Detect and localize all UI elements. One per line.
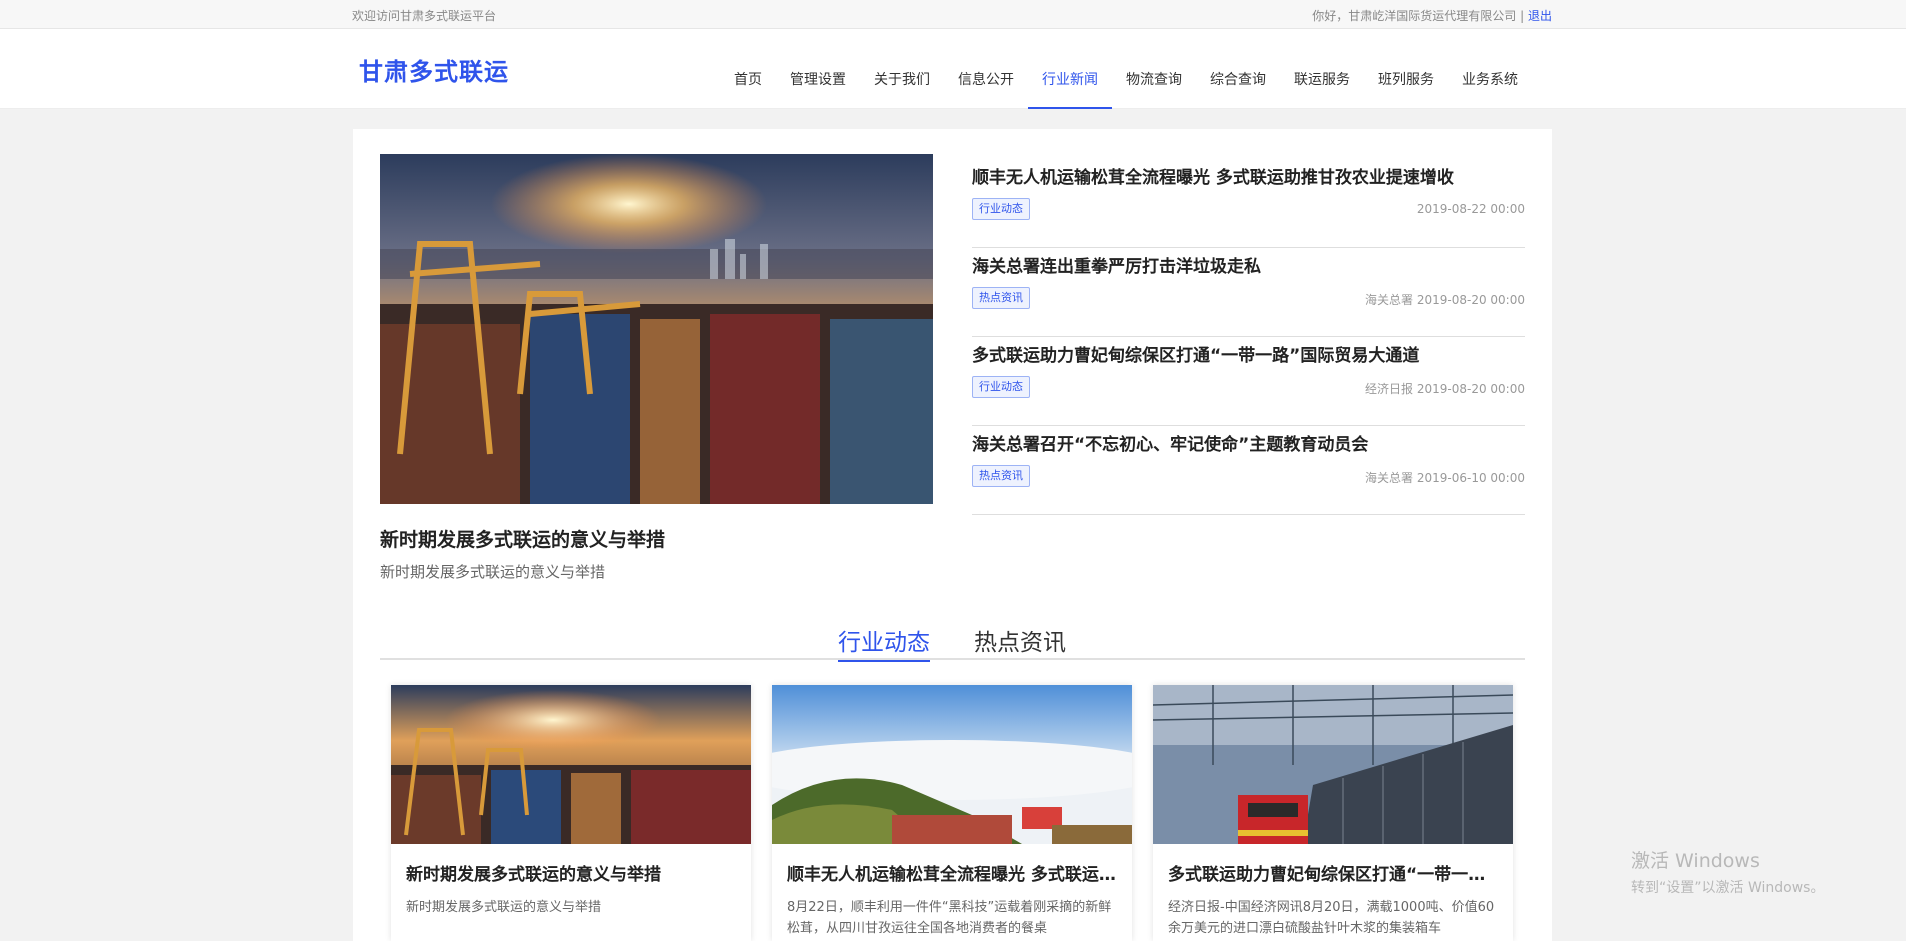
separator: | (1520, 9, 1525, 23)
main-content: 新时期发展多式联运的意义与举措 新时期发展多式联运的意义与举措 顺丰无人机运输松… (353, 129, 1552, 941)
nav-logistics-query[interactable]: 物流查询 (1112, 29, 1196, 109)
port-sunset-image (380, 154, 933, 504)
site-logo[interactable]: 甘肃多式联运 (359, 52, 509, 87)
nav-transport-service[interactable]: 联运服务 (1280, 29, 1364, 109)
welcome-text: 欢迎访问甘肃多式联运平台 (352, 9, 497, 23)
news-card[interactable]: 顺丰无人机运输松茸全流程曝光 多式联运助推甘孜农业提速增收 8月22日，顺丰利用… (772, 685, 1132, 941)
nav-general-query[interactable]: 综合查询 (1196, 29, 1280, 109)
news-list: 顺丰无人机运输松茸全流程曝光 多式联运助推甘孜农业提速增收 行业动态 2019-… (972, 159, 1525, 515)
user-area: 你好，甘肃屹洋国际货运代理有限公司 | 退出 (1312, 7, 1552, 24)
news-tabs: 行业动态 热点资讯 (380, 617, 1525, 662)
hero-subtitle: 新时期发展多式联运的意义与举措 (380, 563, 606, 581)
news-meta: 海关总署 2019-06-10 00:00 (1365, 471, 1525, 485)
news-item[interactable]: 海关总署召开“不忘初心、牢记使命”主题教育动员会 热点资讯 海关总署 2019-… (972, 426, 1525, 515)
nav-info-disclosure[interactable]: 信息公开 (944, 29, 1028, 109)
user-greeting: 你好，甘肃屹洋国际货运代理有限公司 (1312, 9, 1517, 23)
card-desc: 8月22日，顺丰利用一件件“黑科技”运载着刚采摘的新鲜松茸，从四川甘孜运往全国各… (787, 900, 1112, 936)
news-item[interactable]: 多式联运助力曹妃甸综保区打通“一带一路”国际贸易大通道 行业动态 经济日报 20… (972, 337, 1525, 426)
card-title[interactable]: 新时期发展多式联运的意义与举措 (406, 860, 736, 885)
news-item[interactable]: 顺丰无人机运输松茸全流程曝光 多式联运助推甘孜农业提速增收 行业动态 2019-… (972, 159, 1525, 248)
nav-home[interactable]: 首页 (720, 29, 776, 109)
news-title[interactable]: 海关总署连出重拳严厉打击洋垃圾走私 (972, 252, 1261, 277)
card-title[interactable]: 多式联运助力曹妃甸综保区打通“一带一路”国际贸易大通道 (1168, 860, 1498, 885)
mountain-clouds-image (772, 685, 1132, 844)
windows-activation-watermark: 激活 Windows 转到“设置”以激活 Windows。 (1631, 846, 1824, 897)
freight-train-image (1153, 685, 1513, 844)
nav-management[interactable]: 管理设置 (776, 29, 860, 109)
hero-image[interactable] (380, 154, 933, 504)
news-meta: 2019-08-22 00:00 (1416, 202, 1525, 216)
nav-about[interactable]: 关于我们 (860, 29, 944, 109)
nav-industry-news[interactable]: 行业新闻 (1028, 29, 1112, 109)
card-desc: 经济日报-中国经济网讯8月20日，满载1000吨、价值60余万美元的进口漂白硫酸… (1168, 900, 1495, 936)
card-title[interactable]: 顺丰无人机运输松茸全流程曝光 多式联运助推甘孜农业提速增收 (787, 860, 1117, 885)
news-title[interactable]: 海关总署召开“不忘初心、牢记使命”主题教育动员会 (972, 430, 1368, 455)
card-desc: 新时期发展多式联运的意义与举措 (406, 900, 602, 915)
logout-link[interactable]: 退出 (1528, 9, 1552, 23)
nav-train-service[interactable]: 班列服务 (1364, 29, 1448, 109)
top-bar: 欢迎访问甘肃多式联运平台 你好，甘肃屹洋国际货运代理有限公司 | 退出 (0, 0, 1906, 29)
news-item[interactable]: 海关总署连出重拳严厉打击洋垃圾走私 热点资讯 海关总署 2019-08-20 0… (972, 248, 1525, 337)
news-tag: 热点资讯 (972, 287, 1030, 309)
news-meta: 海关总署 2019-08-20 00:00 (1365, 293, 1525, 307)
watermark-title: 激活 Windows (1631, 850, 1760, 872)
nav-business-system[interactable]: 业务系统 (1448, 29, 1532, 109)
watermark-subtitle: 转到“设置”以激活 Windows。 (1631, 880, 1825, 896)
card-image (1153, 685, 1513, 844)
news-tag: 热点资讯 (972, 465, 1030, 487)
news-tag: 行业动态 (972, 198, 1030, 220)
site-header: 甘肃多式联运 首页 管理设置 关于我们 信息公开 行业新闻 物流查询 综合查询 … (0, 29, 1906, 109)
news-meta: 经济日报 2019-08-20 00:00 (1365, 382, 1525, 396)
tab-industry-dynamics[interactable]: 行业动态 (838, 623, 930, 662)
tab-hot-news[interactable]: 热点资讯 (974, 623, 1066, 660)
hero-title[interactable]: 新时期发展多式联运的意义与举措 (380, 525, 665, 552)
news-card[interactable]: 新时期发展多式联运的意义与举措 新时期发展多式联运的意义与举措 (391, 685, 751, 941)
news-tag: 行业动态 (972, 376, 1030, 398)
news-title[interactable]: 顺丰无人机运输松茸全流程曝光 多式联运助推甘孜农业提速增收 (972, 163, 1454, 188)
main-nav: 首页 管理设置 关于我们 信息公开 行业新闻 物流查询 综合查询 联运服务 班列… (720, 29, 1532, 109)
card-image (772, 685, 1132, 844)
news-title[interactable]: 多式联运助力曹妃甸综保区打通“一带一路”国际贸易大通道 (972, 341, 1419, 366)
card-image (391, 685, 751, 844)
port-sunset-image (391, 685, 751, 844)
news-card[interactable]: 多式联运助力曹妃甸综保区打通“一带一路”国际贸易大通道 经济日报-中国经济网讯8… (1153, 685, 1513, 941)
